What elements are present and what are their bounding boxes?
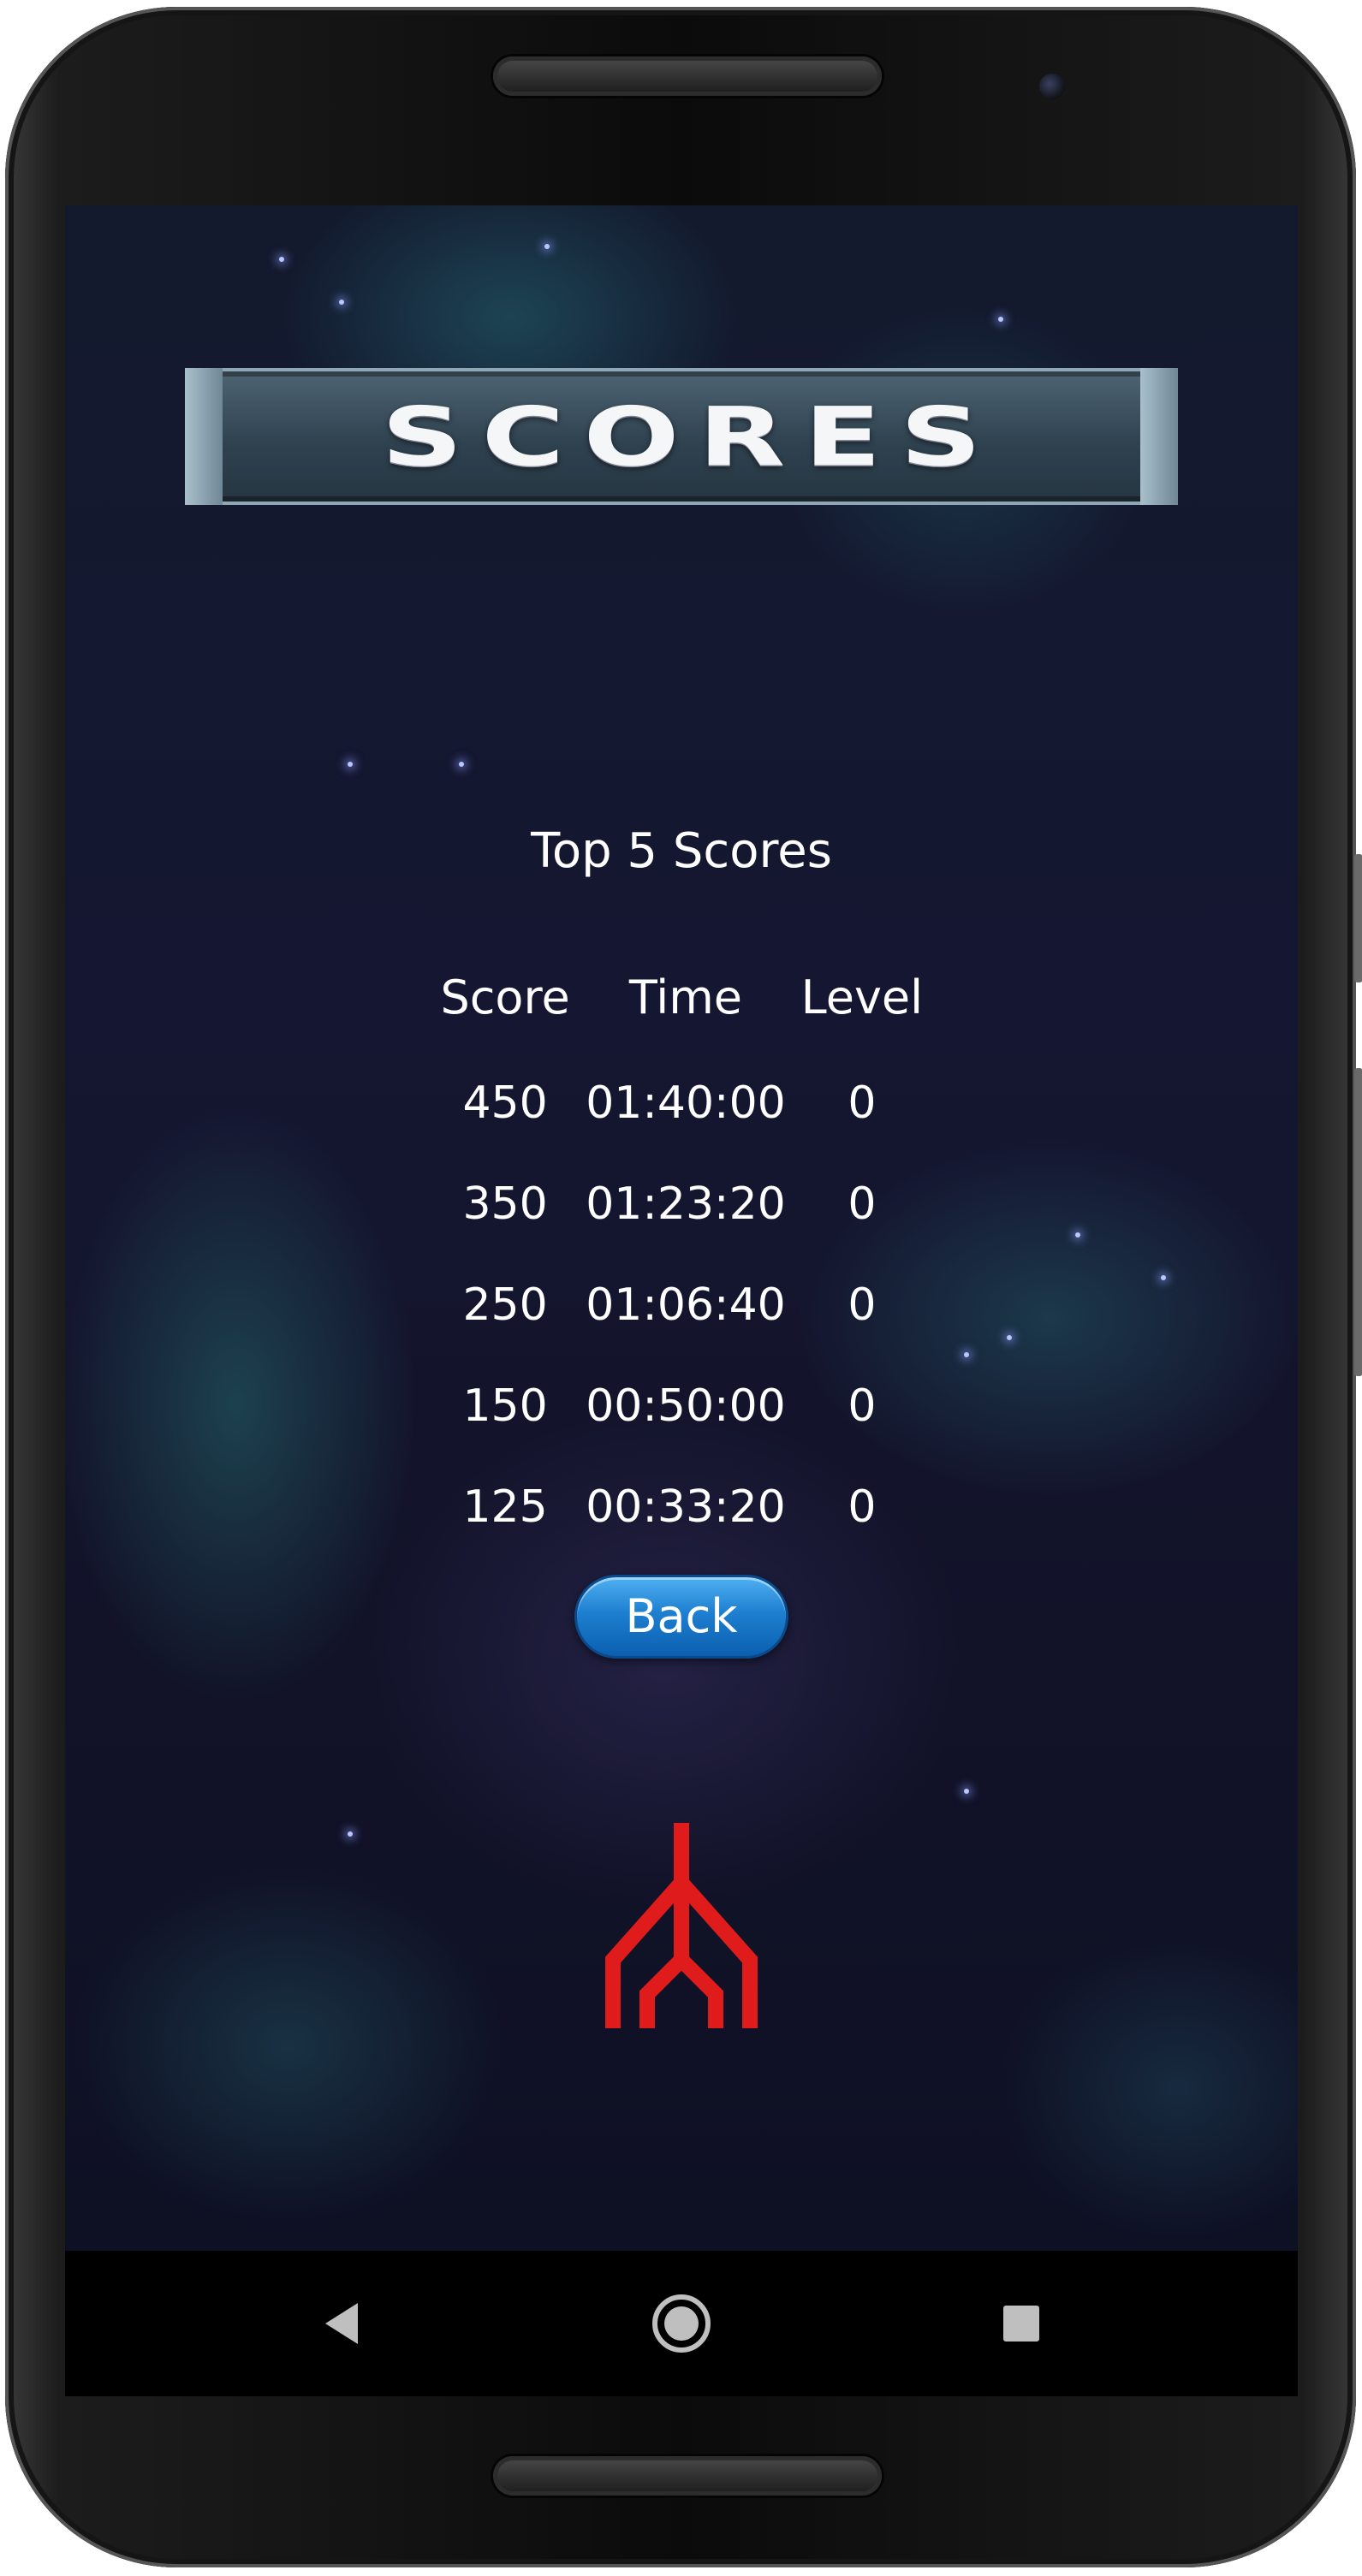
column-header-score: Score <box>440 970 570 1024</box>
score-cell: 350 <box>462 1178 548 1230</box>
banner-title: SCORES <box>381 389 1001 485</box>
score-cell: 150 <box>462 1380 548 1432</box>
table-row: 450 01:40:00 0 <box>425 1053 938 1154</box>
star <box>964 1789 969 1794</box>
scores-table: Score Time Level 450 01:40:00 0 350 01:2… <box>425 941 938 1558</box>
table-row: 350 01:23:20 0 <box>425 1154 938 1255</box>
game-screen: SCORES Top 5 Scores Score Time Level 450… <box>65 205 1298 2251</box>
spaceship-icon <box>605 1823 758 2028</box>
star <box>348 1831 353 1837</box>
front-camera <box>1039 74 1065 99</box>
time-cell: 01:23:20 <box>586 1178 786 1230</box>
scores-banner: SCORES <box>185 368 1178 505</box>
table-row: 150 00:50:00 0 <box>425 1356 938 1457</box>
bottom-speaker <box>493 2456 882 2496</box>
star <box>1007 1335 1012 1340</box>
star <box>544 244 550 249</box>
table-header-row: Score Time Level <box>425 941 938 1053</box>
star <box>459 762 464 767</box>
nav-recents-icon[interactable] <box>983 2285 1060 2362</box>
level-cell: 0 <box>848 1178 877 1230</box>
star <box>279 257 284 262</box>
back-button[interactable]: Back <box>574 1575 788 1659</box>
star <box>964 1352 969 1357</box>
score-cell: 450 <box>462 1077 548 1129</box>
volume-key <box>1354 854 1362 982</box>
level-cell: 0 <box>848 1481 877 1533</box>
time-cell: 00:50:00 <box>586 1380 786 1432</box>
table-row: 250 01:06:40 0 <box>425 1255 938 1356</box>
time-cell: 01:40:00 <box>586 1077 786 1129</box>
top-speaker <box>493 56 882 96</box>
top-scores-heading: Top 5 Scores <box>531 823 832 879</box>
star <box>348 762 353 767</box>
nav-home-icon[interactable] <box>643 2285 720 2362</box>
level-cell: 0 <box>848 1279 877 1331</box>
nav-back-icon[interactable] <box>303 2285 380 2362</box>
star <box>998 317 1003 322</box>
time-cell: 01:06:40 <box>586 1279 786 1331</box>
star <box>1075 1232 1080 1238</box>
table-row: 125 00:33:20 0 <box>425 1457 938 1558</box>
column-header-time: Time <box>628 970 743 1024</box>
score-cell: 250 <box>462 1279 548 1331</box>
android-nav-bar <box>65 2251 1298 2396</box>
star <box>339 300 344 305</box>
star <box>1161 1275 1166 1280</box>
score-cell: 125 <box>462 1481 548 1533</box>
power-key <box>1354 1068 1362 1376</box>
time-cell: 00:33:20 <box>586 1481 786 1533</box>
level-cell: 0 <box>848 1077 877 1129</box>
column-header-level: Level <box>800 970 924 1024</box>
level-cell: 0 <box>848 1380 877 1432</box>
